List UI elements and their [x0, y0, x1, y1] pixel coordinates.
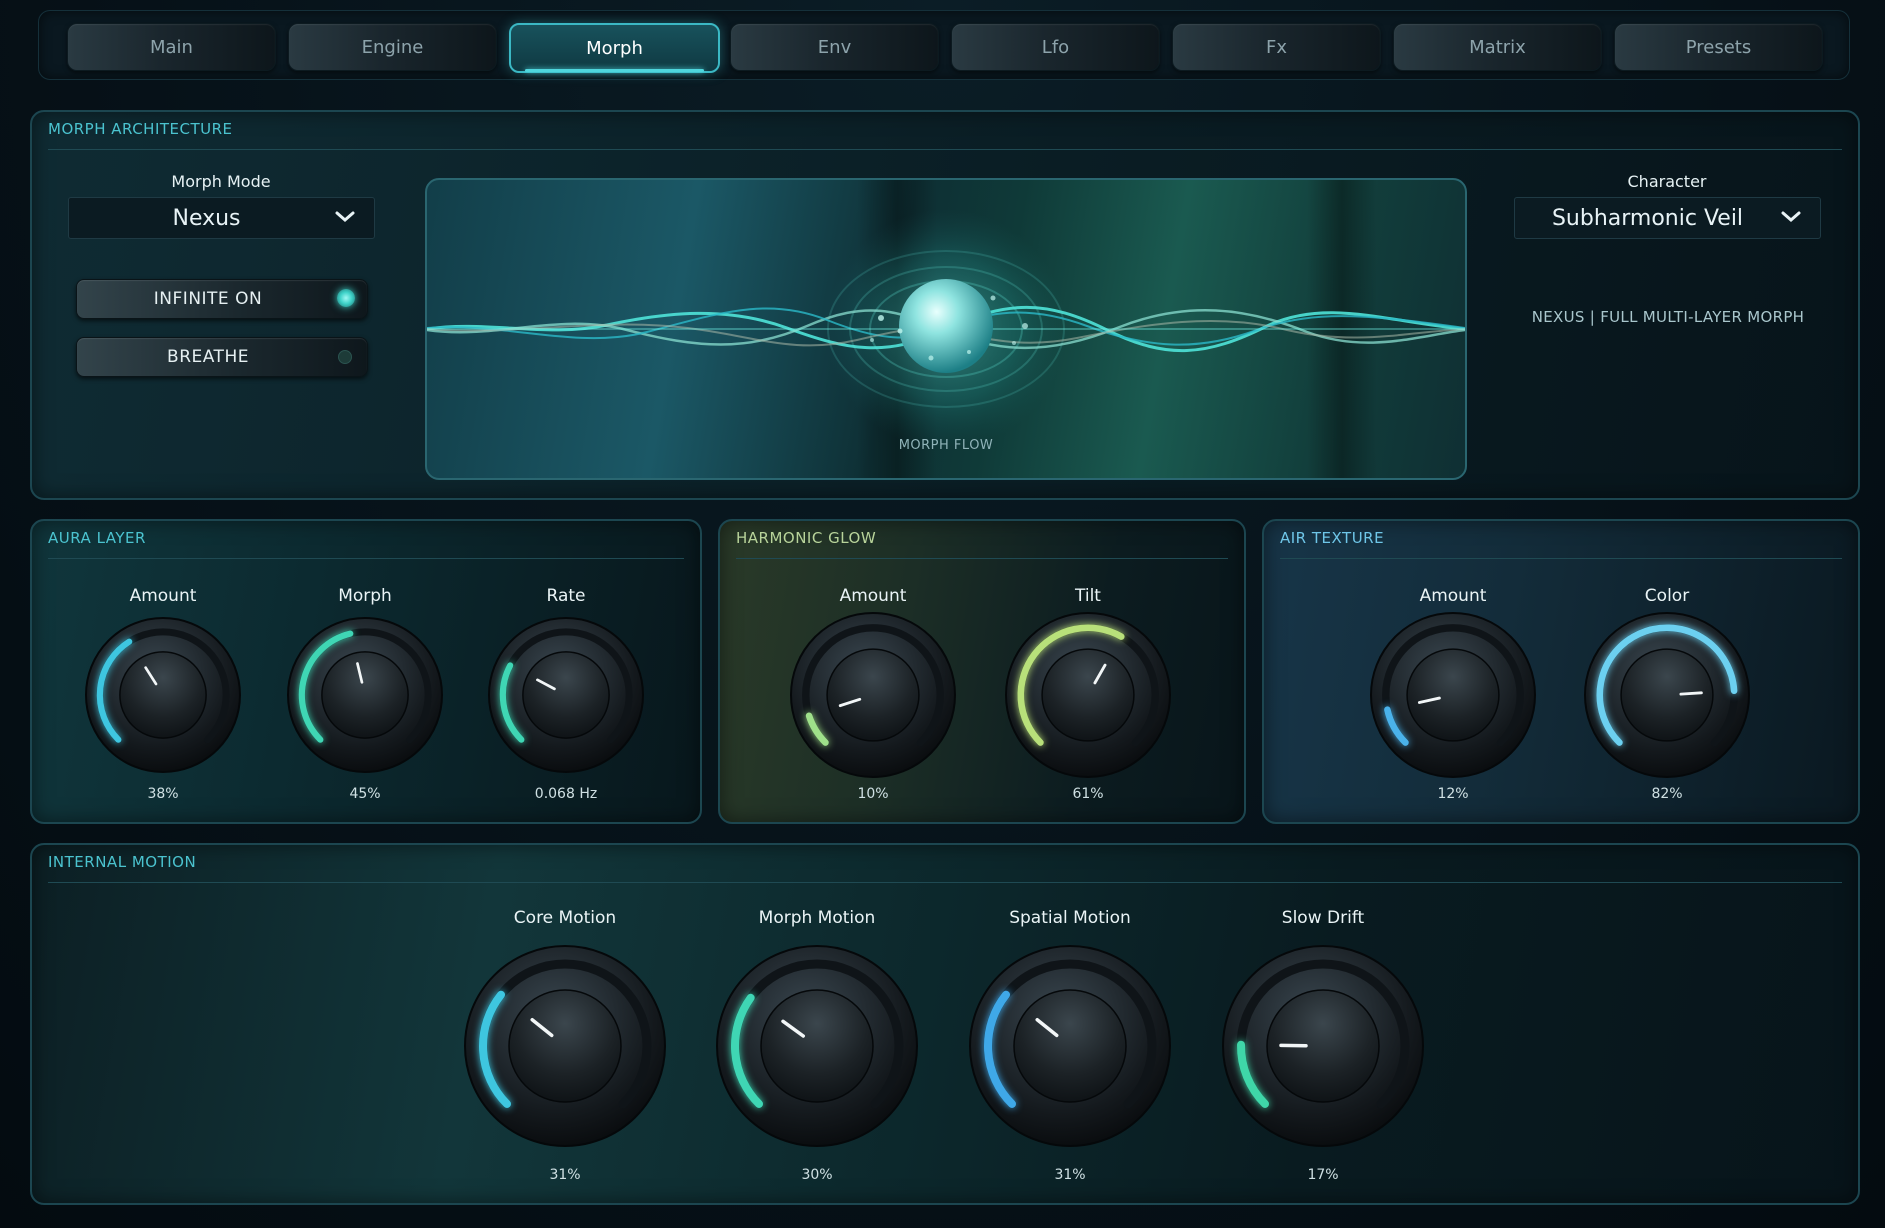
knob-dial[interactable]: [1218, 941, 1428, 1151]
morph-mode-dropdown[interactable]: Nexus: [68, 197, 375, 239]
tab-main[interactable]: Main: [67, 23, 276, 71]
led-indicator-off: [338, 350, 352, 364]
knob-label: Core Motion: [513, 908, 617, 928]
knob-morph-motion[interactable]: Morph Motion 30%: [712, 908, 922, 1187]
character-description: NEXUS | FULL MULTI-LAYER MORPH: [1531, 308, 1805, 326]
knob-value: 17%: [1307, 1167, 1339, 1183]
character-value: Subharmonic Veil: [1551, 205, 1744, 231]
morph-flow-label: MORPH FLOW: [898, 438, 994, 453]
morph-flow-visual: [427, 180, 1465, 478]
morph-mode-label: Morph Mode: [171, 172, 271, 191]
tab-bar: Main Engine Morph Env Lfo Fx Matrix Pres…: [38, 10, 1850, 80]
knob-dial[interactable]: [712, 941, 922, 1151]
knob-amount[interactable]: Amount 10%: [786, 586, 960, 806]
knob-rate[interactable]: Rate 0.068 Hz: [484, 586, 648, 806]
knob-value: 82%: [1651, 786, 1683, 802]
panel-title: MORPH ARCHITECTURE: [48, 120, 233, 138]
knob-label: Color: [1644, 586, 1690, 606]
chevron-down-icon: [335, 211, 355, 222]
infinite-toggle[interactable]: INFINITE ON: [76, 279, 368, 319]
divider: [48, 149, 1842, 150]
knob-label: Rate: [546, 586, 586, 606]
panel-title: AURA LAYER: [48, 529, 146, 547]
knob-value: 30%: [801, 1167, 833, 1183]
morph-mode-value: Nexus: [172, 205, 241, 231]
knob-value: 31%: [1054, 1167, 1086, 1183]
knob-label: Morph Motion: [758, 908, 876, 928]
divider: [736, 558, 1228, 559]
knob-slow-drift[interactable]: Slow Drift 17%: [1218, 908, 1428, 1187]
knob-tilt[interactable]: Tilt 61%: [1001, 586, 1175, 806]
breathe-toggle-label: BREATHE: [167, 347, 249, 367]
tab-matrix[interactable]: Matrix: [1393, 23, 1602, 71]
knob-dial[interactable]: [1001, 608, 1175, 782]
divider: [48, 558, 684, 559]
knob-core-motion[interactable]: Core Motion 31%: [460, 908, 670, 1187]
knob-dial[interactable]: [786, 608, 960, 782]
divider: [1280, 558, 1842, 559]
divider: [48, 882, 1842, 883]
chevron-down-icon: [1781, 211, 1801, 222]
panel-title: HARMONIC GLOW: [736, 529, 877, 547]
morph-flow-display: MORPH FLOW: [425, 178, 1467, 480]
tab-engine[interactable]: Engine: [288, 23, 497, 71]
knob-value: 31%: [549, 1167, 581, 1183]
knob-label: Spatial Motion: [1009, 908, 1131, 928]
knob-dial[interactable]: [484, 613, 648, 777]
knob-dial[interactable]: [283, 613, 447, 777]
character-dropdown[interactable]: Subharmonic Veil: [1514, 197, 1821, 239]
knob-pointer: [1679, 691, 1703, 696]
knob-value: 61%: [1072, 786, 1104, 802]
knob-value: 0.068 Hz: [534, 786, 598, 802]
tab-presets[interactable]: Presets: [1614, 23, 1823, 71]
tab-env[interactable]: Env: [730, 23, 939, 71]
knob-dial[interactable]: [1366, 608, 1540, 782]
knob-spatial-motion[interactable]: Spatial Motion 31%: [965, 908, 1175, 1187]
knob-dial[interactable]: [965, 941, 1175, 1151]
character-label: Character: [1627, 172, 1707, 191]
tab-morph[interactable]: Morph: [509, 23, 720, 73]
panel-title: AIR TEXTURE: [1280, 529, 1385, 547]
internal-motion-panel: INTERNAL MOTION: [30, 843, 1860, 1205]
knob-dial[interactable]: [1580, 608, 1754, 782]
knob-dial[interactable]: [460, 941, 670, 1151]
panel-title: INTERNAL MOTION: [48, 853, 197, 871]
knob-label: Slow Drift: [1281, 908, 1365, 928]
led-indicator-on: [337, 289, 355, 307]
knob-amount[interactable]: Amount 38%: [81, 586, 245, 806]
tab-lfo[interactable]: Lfo: [951, 23, 1160, 71]
air-texture-panel: AIR TEXTURE: [1262, 519, 1860, 824]
infinite-toggle-label: INFINITE ON: [153, 289, 263, 309]
knob-dial[interactable]: [81, 613, 245, 777]
breathe-toggle[interactable]: BREATHE: [76, 337, 368, 377]
knob-amount[interactable]: Amount 12%: [1366, 586, 1540, 806]
knob-morph[interactable]: Morph 45%: [283, 586, 447, 806]
knob-label: Tilt: [1075, 586, 1101, 606]
tab-fx[interactable]: Fx: [1172, 23, 1381, 71]
knob-color[interactable]: Color 82%: [1580, 586, 1754, 806]
